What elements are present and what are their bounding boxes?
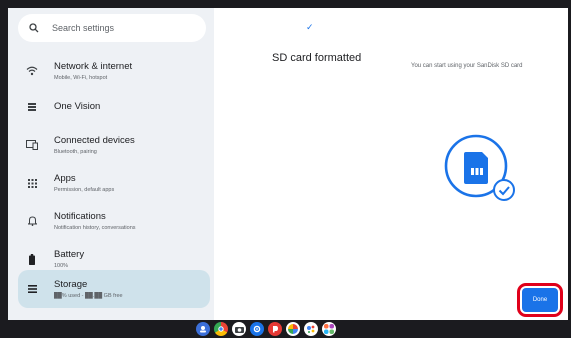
blue-app-icon[interactable] xyxy=(196,322,210,336)
sidebar-item-apps[interactable]: Apps Permission, default apps xyxy=(18,166,206,200)
photos-icon[interactable] xyxy=(286,322,300,336)
sidebar-item-title: Apps xyxy=(54,172,76,184)
sidebar-item-subtitle: Bluetooth, pairing xyxy=(54,148,97,155)
sidebar-item-storage[interactable]: Storage ██% used - ██.██ GB free xyxy=(18,270,210,308)
sidebar-item-subtitle: Permission, default apps xyxy=(54,186,115,193)
sidebar-item-title: Connected devices xyxy=(54,134,135,146)
sidebar-item-notifications[interactable]: Notifications Notification history, conv… xyxy=(18,204,206,238)
page-title: SD card formatted xyxy=(272,52,362,64)
done-button[interactable]: Done xyxy=(517,283,563,317)
app-dock xyxy=(196,322,336,336)
grid-icon xyxy=(24,99,40,115)
sd-card-check-icon xyxy=(442,132,522,212)
settings-sidebar: Search settings Network & internet Mobil… xyxy=(8,8,214,320)
sidebar-item-title: Network & internet xyxy=(54,60,133,72)
sidebar-item-title: Notifications xyxy=(54,210,106,222)
sidebar-item-subtitle: Mobile, Wi-Fi, hotspot xyxy=(54,74,108,81)
battery-icon xyxy=(24,251,40,267)
chrome-icon[interactable] xyxy=(214,322,228,336)
check-icon: ✓ xyxy=(306,22,314,32)
bell-icon xyxy=(24,213,40,229)
page-description: You can start using your SanDisk SD card xyxy=(411,63,523,69)
assistant-icon[interactable] xyxy=(304,322,318,336)
sidebar-item-subtitle: 100% xyxy=(54,262,69,269)
search-input[interactable]: Search settings xyxy=(18,14,206,42)
storage-icon xyxy=(24,281,40,297)
colorful-app-icon[interactable] xyxy=(322,322,336,336)
camera-icon[interactable] xyxy=(232,322,246,336)
sidebar-item-one-vision[interactable]: One Vision xyxy=(18,90,206,124)
settings-window: Search settings Network & internet Mobil… xyxy=(8,8,568,320)
sidebar-item-connected-devices[interactable]: Connected devices Bluetooth, pairing xyxy=(18,128,206,162)
sidebar-item-title: Battery xyxy=(54,248,85,260)
settings-icon[interactable] xyxy=(250,322,264,336)
sidebar-item-title: One Vision xyxy=(54,101,101,112)
taskbar xyxy=(0,320,571,338)
sidebar-item-network[interactable]: Network & internet Mobile, Wi-Fi, hotspo… xyxy=(18,54,206,88)
sidebar-item-subtitle: Notification history, conversations xyxy=(54,224,136,231)
sidebar-item-title: Storage xyxy=(54,278,88,290)
search-placeholder: Search settings xyxy=(52,23,115,33)
devices-icon xyxy=(24,137,40,153)
red-app-icon[interactable] xyxy=(268,322,282,336)
search-icon xyxy=(28,22,40,34)
apps-icon xyxy=(24,175,40,191)
wifi-icon xyxy=(24,63,40,79)
sidebar-item-subtitle: ██% used - ██.██ GB free xyxy=(54,292,123,299)
sd-format-panel: ✓ SD card formatted You can start using … xyxy=(214,8,568,320)
